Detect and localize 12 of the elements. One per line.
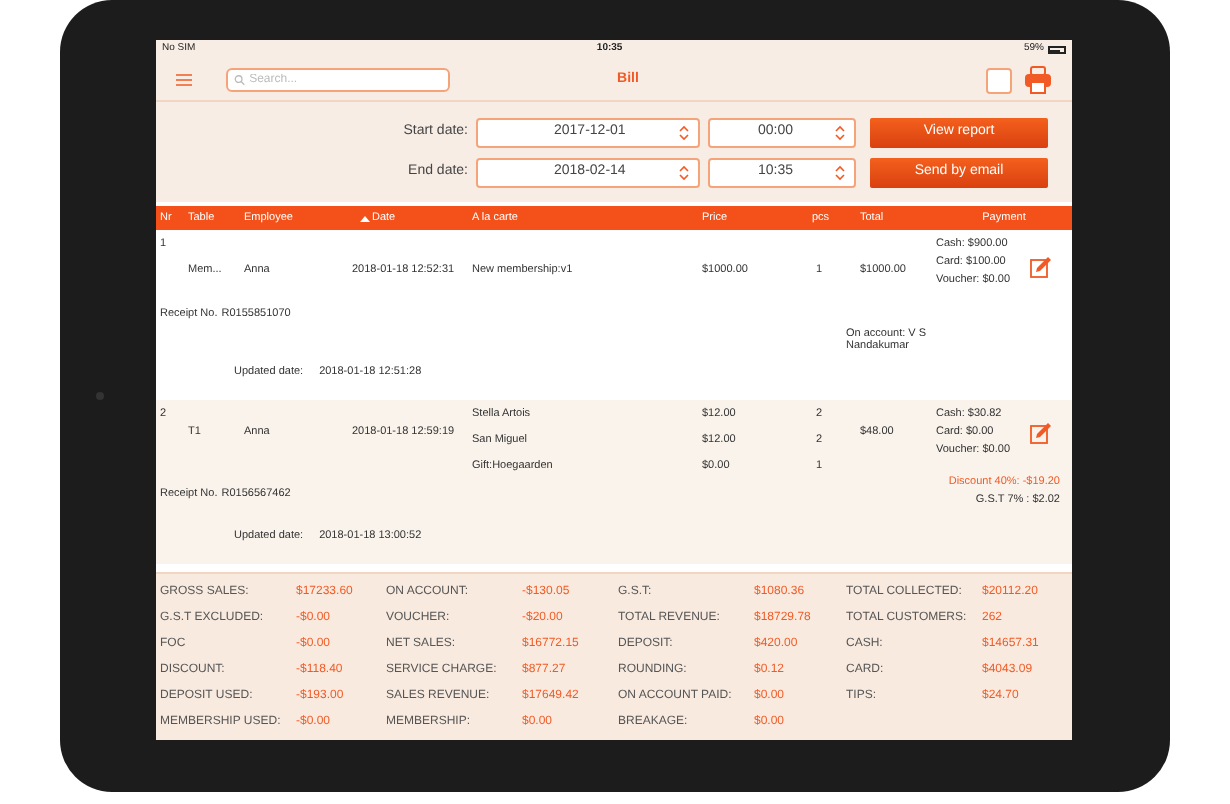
sort-up-icon — [360, 215, 370, 221]
stepper-icon[interactable] — [678, 123, 690, 141]
printer-icon[interactable] — [1024, 66, 1052, 94]
checkbox[interactable] — [986, 67, 1012, 93]
menu-icon[interactable] — [176, 74, 192, 86]
edit-icon[interactable] — [1030, 422, 1052, 444]
stepper-icon[interactable] — [834, 123, 846, 141]
edit-icon[interactable] — [1030, 256, 1052, 278]
search-icon — [234, 74, 246, 86]
battery-icon — [1047, 46, 1066, 54]
stepper-icon[interactable] — [678, 163, 690, 181]
stepper-icon[interactable] — [834, 163, 846, 181]
